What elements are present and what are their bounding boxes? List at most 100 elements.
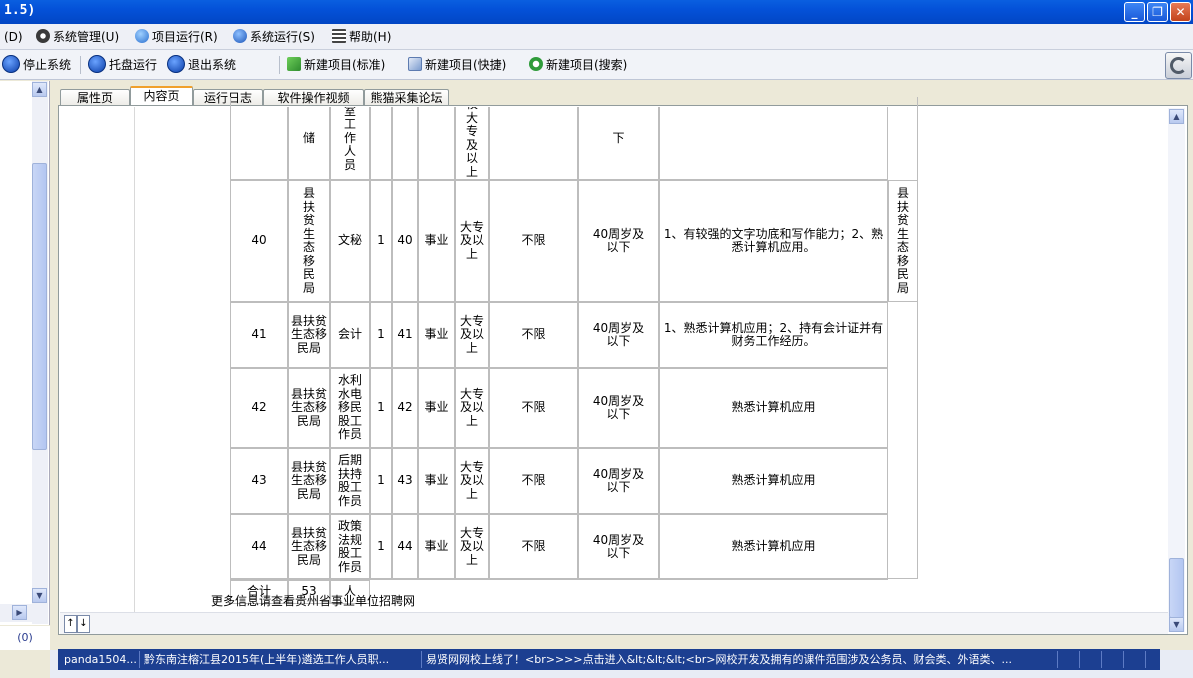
cell-age: 40周岁及以下 <box>592 393 645 421</box>
recruitment-table: 储 室工作人员 校大专及以上 下 40 县扶贫生态移民局 文秘 1 40 事业 … <box>230 107 918 612</box>
cell-code: 40 <box>392 180 418 302</box>
cell-type: 事业 <box>418 448 455 514</box>
table-row: 41 县扶贫生态移民局 会计 1 41 事业 大专及以上 不限 40周岁及以下 … <box>230 302 918 368</box>
tray-icon <box>88 55 106 73</box>
stop-icon <box>2 55 20 73</box>
tab-forum[interactable]: 熊猫采集论坛 <box>364 89 449 106</box>
stop-system-button[interactable]: 停止系统 <box>2 55 71 75</box>
tab-properties[interactable]: 属性页 <box>60 89 130 106</box>
window-title: 1.5) <box>4 3 36 18</box>
table-row: 40 县扶贫生态移民局 文秘 1 40 事业 大专及以上 不限 40周岁及以下 … <box>230 180 918 302</box>
cell-no: 42 <box>230 368 288 448</box>
cell-req: 熟悉计算机应用 <box>659 448 888 514</box>
cell-dept: 县扶贫生态移民局 <box>291 386 328 428</box>
scroll-thumb[interactable] <box>32 163 47 450</box>
restore-button[interactable]: ❐ <box>1147 2 1168 22</box>
cell-code: 44 <box>392 514 418 580</box>
power-icon <box>167 55 185 73</box>
table-row: 43 县扶贫生态移民局 后期扶持股工作员 1 43 事业 大专及以上 不限 40… <box>230 448 918 514</box>
search-icon <box>529 57 543 71</box>
toolbar-separator <box>279 56 280 74</box>
status-slot <box>1102 651 1124 668</box>
cell-no: 44 <box>230 514 288 580</box>
new-quick-label: 新建项目(快捷) <box>425 58 507 72</box>
new-project-standard-button[interactable]: 新建项目(标准) <box>287 55 385 75</box>
left-panel-scrollbar[interactable]: ▲ ▼ <box>32 81 48 624</box>
cell-dept: 储 <box>303 130 316 145</box>
exit-system-button[interactable]: 退出系统 <box>167 55 236 75</box>
scroll-up-arrow-icon[interactable]: ▲ <box>32 82 47 97</box>
stop-label: 停止系统 <box>23 58 72 72</box>
cell-no: 43 <box>230 448 288 514</box>
title-bar[interactable]: 1.5) _ ❐ ✕ <box>0 0 1193 24</box>
tab-content[interactable]: 内容页 <box>130 86 193 106</box>
cell-post: 室工作人员 <box>344 107 357 172</box>
toolbar: 停止系统 托盘运行 退出系统 新建项目(标准) 新建项目(快捷) 新建项目(搜索… <box>0 50 1193 80</box>
cell-num: 1 <box>370 448 392 514</box>
refresh-icon <box>1170 57 1187 74</box>
scroll-down-arrow-icon[interactable]: ▼ <box>1169 617 1184 632</box>
status-slot <box>1080 651 1102 668</box>
tab-run-log[interactable]: 运行日志 <box>193 89 263 106</box>
cell-req: 熟悉计算机应用 <box>659 368 888 448</box>
move-down-icon[interactable]: ↓ <box>77 615 90 633</box>
item-count: (0) <box>0 626 50 650</box>
status-slot <box>1124 651 1146 668</box>
scroll-right-arrow-icon[interactable]: ▶ <box>12 605 27 620</box>
help-icon <box>332 29 346 43</box>
table-row: 44 县扶贫生态移民局 政策法规股工作员 1 44 事业 大专及以上 不限 40… <box>230 514 918 580</box>
menu-item-d[interactable]: (D) <box>4 28 23 46</box>
cell-type: 事业 <box>418 514 455 580</box>
cell-num: 1 <box>370 514 392 580</box>
menu-help-label: 帮助(H) <box>349 30 392 44</box>
left-panel: ▲ ▼ ▶ <box>0 81 50 625</box>
cell-edu: 大专及以上 <box>460 525 485 567</box>
cell-edu: 大专及以上 <box>460 386 485 428</box>
cell-edu: 大专及以上 <box>460 219 485 261</box>
scroll-down-arrow-icon[interactable]: ▼ <box>32 588 47 603</box>
new-project-search-button[interactable]: 新建项目(搜索) <box>529 55 627 75</box>
content-view: 储 室工作人员 校大专及以上 下 40 县扶贫生态移民局 文秘 1 40 事业 … <box>60 107 1168 612</box>
cell-dept: 县扶贫生态移民局 <box>291 525 328 567</box>
left-panel-hscrollbar[interactable]: ▶ <box>0 604 48 622</box>
menu-item-help[interactable]: 帮助(H) <box>332 28 391 46</box>
cell-req: 1、有较强的文字功底和写作能力；2、熟悉计算机应用。 <box>659 180 888 302</box>
cell-post: 会计 <box>330 302 370 368</box>
new-project-quick-button[interactable]: 新建项目(快捷) <box>408 55 506 75</box>
content-scrollbar[interactable]: ▲ ▼ <box>1168 108 1185 632</box>
cell-code: 42 <box>392 368 418 448</box>
cell-age: 40周岁及以下 <box>592 226 645 254</box>
menu-system-manage-label: 系统管理(U) <box>53 30 120 44</box>
quick-icon <box>408 57 422 71</box>
cell-edu: 大专及以上 <box>460 459 485 501</box>
cell-major: 不限 <box>489 302 578 368</box>
scroll-thumb[interactable] <box>1169 558 1184 618</box>
cell-code: 41 <box>392 302 418 368</box>
cell-major: 不限 <box>489 448 578 514</box>
scroll-up-arrow-icon[interactable]: ▲ <box>1169 109 1184 124</box>
tray-run-button[interactable]: 托盘运行 <box>88 55 157 75</box>
minimize-button[interactable]: _ <box>1124 2 1145 22</box>
cell-edu: 校大专及以上 <box>466 107 479 179</box>
move-up-icon[interactable]: ↑ <box>64 615 77 633</box>
cell-dept: 县扶贫生态移民局 <box>303 186 316 295</box>
tab-video[interactable]: 软件操作视频 <box>263 89 364 106</box>
cell-note: 县扶贫生态移民局 <box>897 186 910 295</box>
cell-post: 政策法规股工作员 <box>338 519 363 574</box>
cell-post: 文秘 <box>330 180 370 302</box>
globe-icon <box>135 29 149 43</box>
run-icon <box>233 29 247 43</box>
cell-age: 40周岁及以下 <box>592 466 645 494</box>
cell-edu: 大专及以上 <box>460 313 485 355</box>
more-info-link[interactable]: 更多信息请查看贵州省事业单位招聘网 <box>211 592 415 609</box>
menu-item-system-run[interactable]: 系统运行(S) <box>233 28 315 46</box>
cell-age: 下 <box>612 130 625 145</box>
menu-item-project-run[interactable]: 项目运行(R) <box>135 28 218 46</box>
close-button[interactable]: ✕ <box>1170 2 1191 22</box>
cell-no: 40 <box>230 180 288 302</box>
menu-item-system-manage[interactable]: 系统管理(U) <box>36 28 119 46</box>
new-standard-label: 新建项目(标准) <box>304 58 386 72</box>
menu-d-label: (D) <box>4 30 23 44</box>
position-table: 储 室工作人员 校大专及以上 下 40 县扶贫生态移民局 文秘 1 40 事业 … <box>230 107 918 604</box>
refresh-button[interactable] <box>1165 52 1192 79</box>
